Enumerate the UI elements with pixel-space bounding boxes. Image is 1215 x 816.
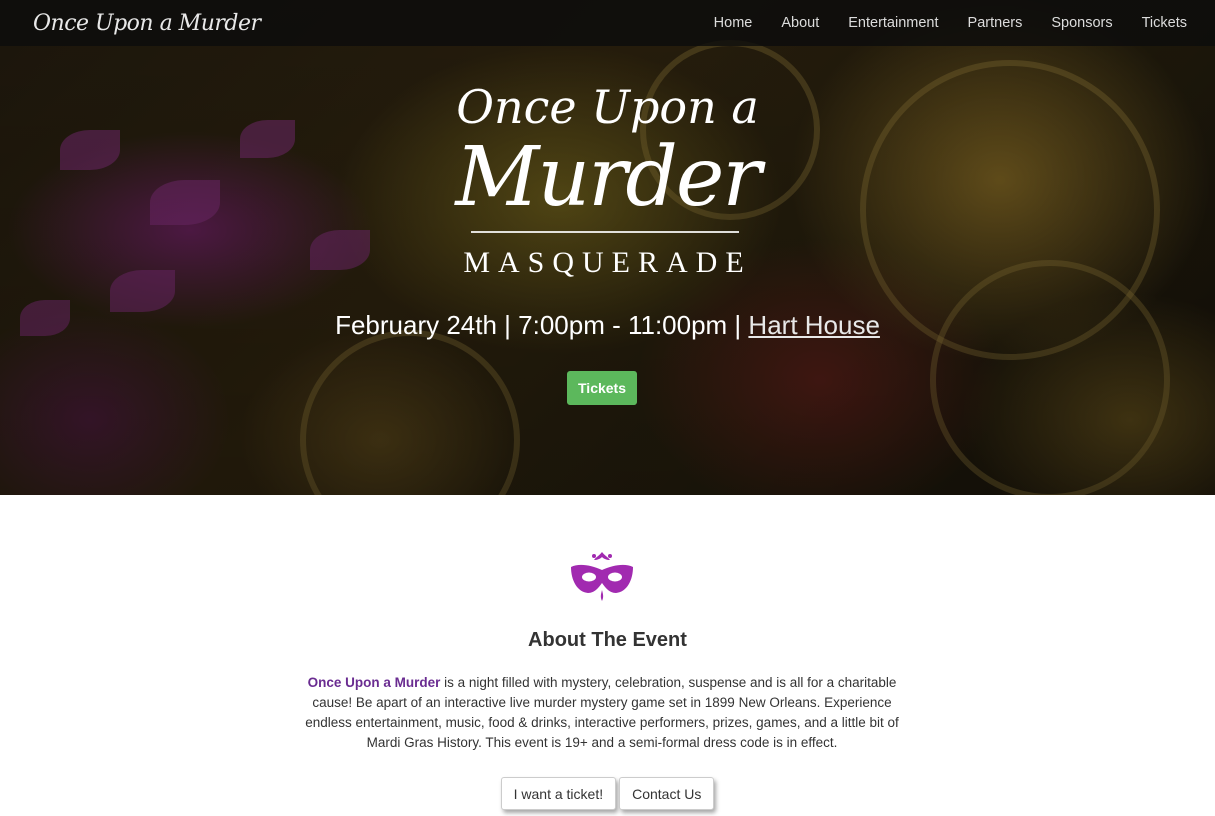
- masquerade-mask-icon: [571, 552, 633, 601]
- nav-links: Home About Entertainment Partners Sponso…: [685, 15, 1187, 31]
- hero-subtitle: MASQUERADE: [463, 246, 752, 279]
- about-buttons: I want a ticket! Contact Us: [0, 777, 1215, 810]
- about-description: Once Upon a Murder is a night filled wit…: [305, 673, 899, 753]
- nav-partners[interactable]: Partners: [968, 15, 1023, 31]
- nav-sponsors[interactable]: Sponsors: [1051, 15, 1112, 31]
- nav-entertainment[interactable]: Entertainment: [848, 15, 938, 31]
- title-divider: [471, 231, 739, 233]
- nav-home[interactable]: Home: [714, 15, 753, 31]
- navbar: Once Upon a Murder Home About Entertainm…: [0, 0, 1215, 46]
- hero-content: Once Upon a Murder MASQUERADE February 2…: [0, 0, 1215, 495]
- event-details: February 24th | 7:00pm - 11:00pm | Hart …: [0, 310, 1215, 341]
- nav-tickets[interactable]: Tickets: [1142, 15, 1187, 31]
- hero-title-top: Once Upon a: [456, 80, 759, 134]
- want-ticket-button[interactable]: I want a ticket!: [500, 777, 617, 810]
- about-highlight: Once Upon a Murder: [307, 675, 441, 690]
- event-date-time: February 24th | 7:00pm - 11:00pm |: [335, 310, 749, 340]
- contact-us-button[interactable]: Contact Us: [619, 777, 715, 810]
- venue-link[interactable]: Hart House: [748, 310, 880, 340]
- about-heading: About The Event: [528, 629, 687, 651]
- nav-about[interactable]: About: [781, 15, 819, 31]
- hero-tickets-button[interactable]: Tickets: [567, 371, 637, 405]
- brand-logo[interactable]: Once Upon a Murder: [33, 11, 261, 36]
- hero-title-main: Murder: [455, 130, 761, 225]
